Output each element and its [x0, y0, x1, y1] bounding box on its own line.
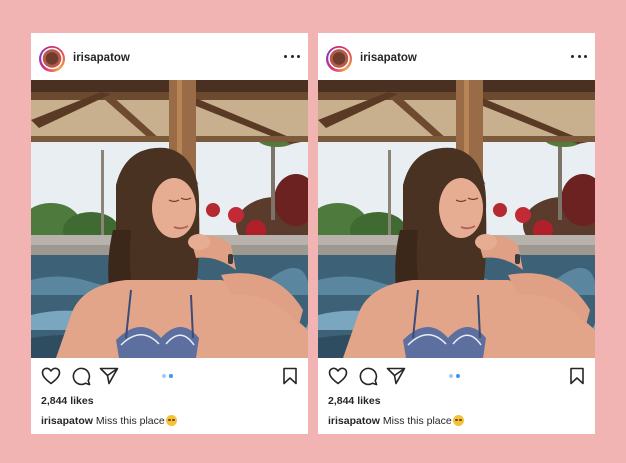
post-photo[interactable] [318, 80, 595, 358]
comment-icon[interactable] [358, 367, 378, 386]
post-header: irisapatow [31, 33, 308, 80]
username-link[interactable]: irisapatow [73, 52, 130, 64]
caption: irisapatow Miss this place [41, 415, 177, 427]
carousel-indicator [162, 374, 176, 379]
likes-count[interactable]: 2,844 likes [41, 395, 94, 407]
caption: irisapatow Miss this place [328, 415, 464, 427]
username-link[interactable]: irisapatow [360, 52, 417, 64]
bookmark-icon[interactable] [282, 367, 298, 385]
heart-icon[interactable] [41, 367, 61, 385]
share-icon[interactable] [99, 367, 119, 385]
heart-icon[interactable] [328, 367, 348, 385]
smirking-face-emoji-icon [165, 415, 177, 426]
post-actions [318, 364, 595, 388]
instagram-post-left: irisapatow 2,844 likes irisapatow Miss t… [31, 33, 308, 434]
post-actions [31, 364, 308, 388]
post-photo[interactable] [31, 80, 308, 358]
post-header: irisapatow [318, 33, 595, 80]
carousel-dot-active[interactable] [456, 374, 460, 378]
share-icon[interactable] [386, 367, 406, 385]
avatar[interactable] [39, 46, 65, 72]
caption-username[interactable]: irisapatow [328, 415, 380, 427]
caption-text: Miss this place [382, 415, 452, 427]
more-options-icon[interactable] [284, 50, 300, 62]
more-options-icon[interactable] [571, 50, 587, 62]
caption-username[interactable]: irisapatow [41, 415, 93, 427]
carousel-indicator [449, 374, 463, 379]
carousel-dot[interactable] [449, 374, 453, 378]
bookmark-icon[interactable] [569, 367, 585, 385]
instagram-post-right: irisapatow 2,844 likes irisapatow Miss t… [318, 33, 595, 434]
smirking-face-emoji-icon [452, 415, 464, 426]
likes-count[interactable]: 2,844 likes [328, 395, 381, 407]
comment-icon[interactable] [71, 367, 91, 386]
carousel-dot-active[interactable] [169, 374, 173, 378]
avatar[interactable] [326, 46, 352, 72]
caption-text: Miss this place [95, 415, 165, 427]
carousel-dot[interactable] [162, 374, 166, 378]
